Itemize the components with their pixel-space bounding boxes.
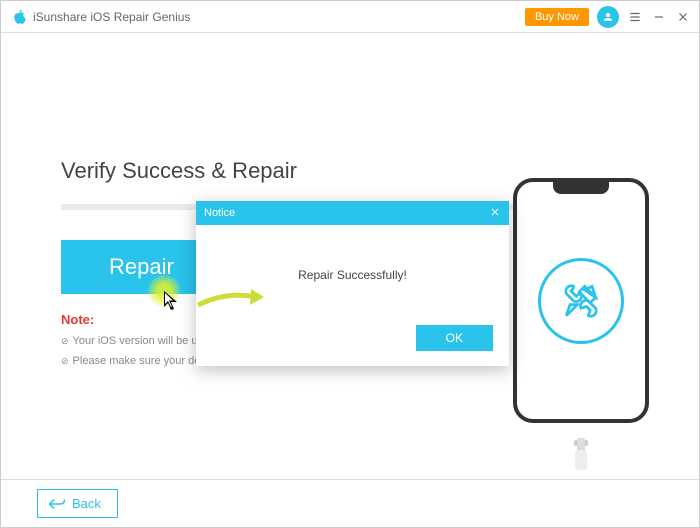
bottom-bar: Back — [1, 479, 699, 527]
bullet-icon: ⊘ — [61, 356, 69, 367]
modal-body: Repair Successfully! — [196, 225, 509, 325]
app-logo-icon — [9, 8, 27, 26]
note-text: Your iOS version will be up… — [73, 335, 215, 347]
cursor-icon — [164, 291, 180, 318]
back-arrow-icon — [48, 498, 66, 510]
modal-title: Notice — [204, 207, 235, 219]
tools-icon — [538, 258, 624, 344]
back-button[interactable]: Back — [37, 489, 118, 518]
titlebar: iSunshare iOS Repair Genius Buy Now — [1, 1, 699, 33]
notice-modal: Notice Repair Successfully! OK — [196, 201, 509, 366]
phone-illustration — [513, 178, 649, 438]
window-close-icon[interactable] — [675, 9, 691, 25]
minimize-icon[interactable] — [651, 9, 667, 25]
bullet-icon: ⊘ — [61, 336, 69, 347]
app-title: iSunshare iOS Repair Genius — [33, 10, 190, 24]
user-icon[interactable] — [597, 6, 619, 28]
buy-now-button[interactable]: Buy Now — [525, 8, 589, 26]
hamburger-icon[interactable] — [627, 9, 643, 25]
ok-button[interactable]: OK — [416, 325, 493, 351]
modal-close-icon[interactable] — [489, 206, 501, 221]
modal-header: Notice — [196, 201, 509, 225]
back-label: Back — [72, 496, 101, 511]
